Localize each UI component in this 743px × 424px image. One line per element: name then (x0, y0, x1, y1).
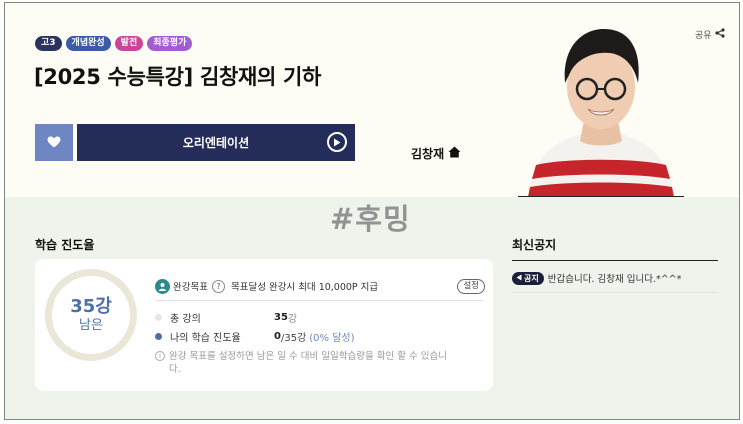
goal-divider (155, 300, 483, 301)
teacher-name: 김창재 (411, 147, 445, 161)
progress-heading: 학습 진도율 (35, 238, 95, 252)
notice-tag: 공지 (512, 271, 544, 285)
my-progress-row: 나의 학습 진도율 0 /35강 (0% 달성) (155, 328, 355, 344)
my-progress-label: 나의 학습 진도율 (170, 332, 241, 344)
info-text: 완강 목표를 설정하면 남은 일 수 대비 일일학습량을 확인 할 수 있습니다… (169, 351, 447, 375)
notice-underline (512, 292, 718, 293)
badge-concept: 개념완성 (65, 36, 111, 51)
my-progress-percent: (0% 달성) (309, 332, 355, 344)
remaining-count: 35강 (70, 295, 112, 317)
info-icon: i (155, 351, 165, 361)
my-progress-done: 0 (274, 330, 281, 342)
badge-final: 최종평가 (147, 36, 193, 51)
watermark: #후밍 (330, 202, 411, 236)
favorite-button[interactable] (35, 124, 73, 161)
badge-advanced: 발전 (114, 36, 144, 51)
orientation-label: 오리엔테이션 (182, 136, 250, 150)
share-button[interactable]: 공유 (695, 28, 725, 41)
remaining-label: 남은 (79, 317, 103, 333)
total-unit: 강 (287, 313, 298, 325)
share-icon (714, 28, 725, 41)
teacher-home-link[interactable]: 김창재 (411, 145, 461, 162)
notice-text: 반갑습니다. 김창재 입니다.*^^* (547, 274, 682, 285)
notice-divider (512, 260, 718, 261)
notice-heading: 최신공지 (512, 238, 557, 252)
help-icon[interactable]: ? (211, 279, 225, 293)
share-label: 공유 (695, 31, 712, 41)
course-title: [2025 수능특강] 김창재의 기하 (34, 65, 322, 89)
total-dot (155, 313, 162, 321)
total-value: 35 (274, 311, 288, 323)
goal-info-note: i 완강 목표를 설정하면 남은 일 수 대비 일일학습량을 확인 할 수 있습… (155, 350, 455, 376)
goal-text: 목표달성 완강시 최대 10,000P 지급 (230, 282, 379, 293)
target-icon (155, 278, 170, 294)
play-circle-icon (327, 132, 347, 152)
badge-list: 고3 개념완성 발전 최종평가 (35, 36, 193, 51)
course-page: 고3 개념완성 발전 최종평가 [2025 수능특강] 김창재의 기하 오리엔테… (4, 2, 740, 420)
course-hero: 고3 개념완성 발전 최종평가 [2025 수능특강] 김창재의 기하 오리엔테… (5, 3, 739, 197)
speaker-icon (516, 272, 522, 285)
total-lectures-row: 총 강의 35 강 (155, 309, 297, 325)
remaining-ring: 35강 남은 (45, 269, 137, 361)
notice-item[interactable]: 공지 반갑습니다. 김창재 입니다.*^^* (512, 268, 718, 288)
orientation-button[interactable]: 오리엔테이션 (77, 124, 355, 161)
portrait-baseline (518, 196, 684, 197)
heart-icon (47, 133, 61, 152)
notice-tag-label: 공지 (524, 273, 539, 283)
goal-row: 완강목표 ? 목표달성 완강시 최대 10,000P 지급 설정 (155, 276, 485, 296)
goal-label: 완강목표 (173, 282, 208, 293)
goal-setting-button[interactable]: 설정 (457, 278, 485, 294)
home-icon (448, 146, 461, 161)
badge-grade: 고3 (35, 36, 62, 51)
progress-dot (155, 332, 162, 340)
my-progress-total: /35강 (280, 332, 307, 344)
progress-card: 35강 남은 완강목표 ? 목표달성 완강시 최대 10,000P 지급 설정 … (35, 259, 493, 391)
teacher-portrait (518, 13, 684, 197)
total-label: 총 강의 (170, 313, 201, 325)
